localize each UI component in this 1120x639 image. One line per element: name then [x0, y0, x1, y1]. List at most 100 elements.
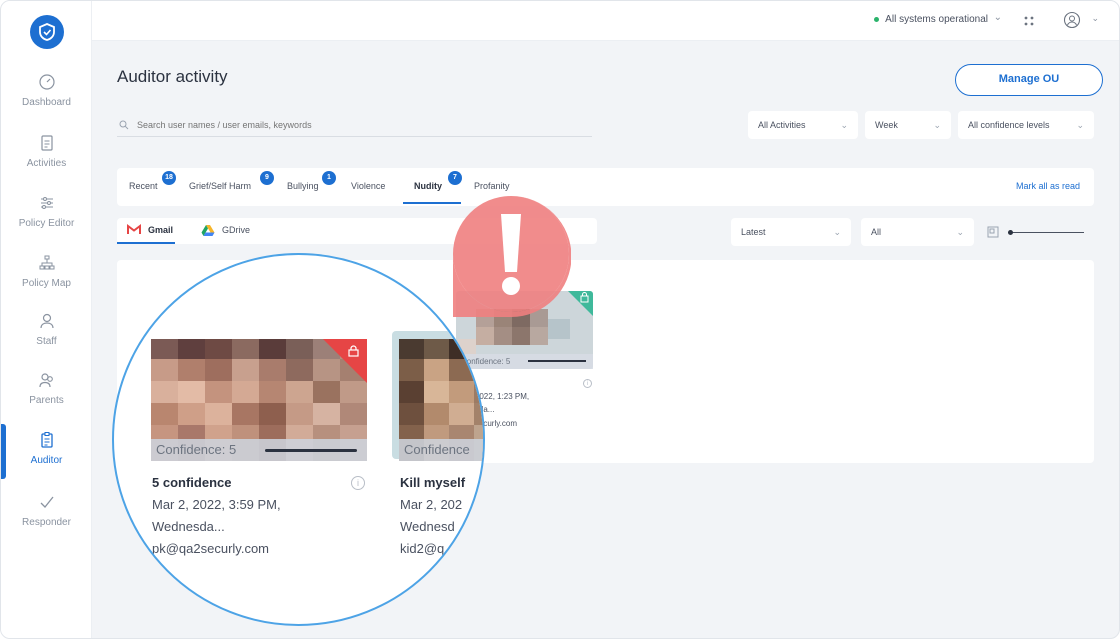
tab-gdrive[interactable]: GDrive — [201, 224, 250, 236]
staff-person-icon — [38, 312, 56, 330]
card-date: Mar 2, 2022, 3:59 PM, — [152, 497, 281, 512]
sidebar: Dashboard Activities Policy Editor Polic… — [1, 1, 92, 638]
chevron-down-icon[interactable]: ⌄ — [1091, 13, 1099, 24]
tab-label: Grief/Self Harm — [189, 181, 252, 191]
tab-label: Violence — [351, 181, 386, 191]
info-icon[interactable]: i — [583, 379, 592, 388]
tab-label: Recent — [129, 181, 158, 191]
app-window: Dashboard Activities Policy Editor Polic… — [0, 0, 1120, 639]
top-bar: All systems operational ⌄ ⌄ — [92, 1, 1119, 41]
user-avatar-icon[interactable] — [1063, 11, 1081, 34]
card-day: Wednesd — [400, 519, 455, 534]
select-value: Latest — [741, 227, 766, 237]
search-icon — [119, 120, 129, 129]
search-input[interactable] — [137, 119, 577, 130]
tab-profanity[interactable]: Profanity — [474, 181, 510, 191]
system-status[interactable]: All systems operational — [874, 14, 988, 25]
confidence-bar — [528, 360, 586, 362]
confidence-label: Confidence: 5 — [151, 439, 367, 461]
unread-count-badge: 1 — [322, 171, 336, 185]
sidebar-item-responder[interactable]: Responder — [1, 493, 92, 545]
confidence-text: Confidence: 5 — [156, 442, 237, 457]
card-date: Mar 2, 202 — [400, 497, 463, 512]
flag-corner — [323, 339, 367, 383]
gmail-icon — [127, 224, 141, 234]
responder-check-icon — [38, 493, 56, 511]
policy-editor-sliders-icon — [38, 194, 56, 212]
confidence-text: Confidence — [404, 442, 470, 457]
chevron-down-icon: ⌄ — [840, 119, 848, 130]
thumbnail-size-slider[interactable] — [1008, 230, 1084, 235]
select-value: All — [871, 227, 882, 237]
activities-filter-select[interactable]: All Activities ⌄ — [748, 111, 858, 139]
card-email: kid2@q — [400, 541, 445, 556]
sidebar-item-label: Activities — [26, 158, 67, 169]
sidebar-item-staff[interactable]: Staff — [1, 312, 92, 364]
status-dot-icon — [874, 17, 880, 22]
tab-nudity[interactable]: Nudity 7 — [414, 171, 462, 191]
sidebar-item-label: Dashboard — [22, 97, 71, 108]
securly-shield-logo-icon[interactable] — [30, 15, 64, 49]
sidebar-item-label: Parents — [29, 395, 64, 406]
chevron-down-icon: ⌄ — [1076, 119, 1084, 130]
page-title: Auditor activity — [117, 67, 228, 86]
scope-select[interactable]: All ⌄ — [861, 218, 974, 246]
card-title: 5 confidence — [152, 475, 232, 490]
tab-violence[interactable]: Violence — [351, 181, 385, 191]
search-bar — [117, 113, 592, 137]
activities-document-icon — [38, 134, 56, 152]
confidence-bar — [265, 449, 357, 452]
policy-map-hierarchy-icon — [38, 254, 56, 272]
tab-recent[interactable]: Recent 18 — [129, 171, 176, 191]
status-text: All systems operational — [885, 14, 988, 25]
select-value: All Activities — [758, 120, 806, 130]
unread-count-badge: 7 — [448, 171, 462, 185]
confidence-filter-select[interactable]: All confidence levels ⌄ — [958, 111, 1094, 139]
magnifier-callout: Confidence: 5 5 confidence i Mar 2, 2022… — [112, 253, 485, 626]
tab-label: Bullying — [287, 181, 319, 191]
period-filter-select[interactable]: Week ⌄ — [865, 111, 951, 139]
sidebar-item-policy-map[interactable]: Policy Map — [1, 254, 92, 306]
active-source-indicator — [117, 242, 175, 244]
unread-count-badge: 9 — [260, 171, 274, 185]
sort-order-select[interactable]: Latest ⌄ — [731, 218, 851, 246]
tab-bullying[interactable]: Bullying 1 — [287, 171, 336, 191]
sidebar-item-label: Responder — [22, 517, 71, 528]
dashboard-gauge-icon — [38, 73, 56, 91]
parents-people-icon — [38, 371, 56, 389]
gdrive-icon — [201, 225, 215, 236]
sidebar-item-policy-editor[interactable]: Policy Editor — [1, 194, 92, 246]
apps-grid-icon[interactable] — [1023, 14, 1035, 32]
chevron-down-icon[interactable]: ⌄ — [994, 12, 1002, 23]
lock-icon — [348, 345, 359, 357]
card-day: Wednesda... — [152, 519, 225, 534]
sidebar-item-label: Policy Map — [22, 278, 71, 289]
sidebar-item-parents[interactable]: Parents — [1, 371, 92, 423]
tab-grief-self-harm[interactable]: Grief/Self Harm 9 — [189, 171, 274, 191]
tab-label: Nudity — [414, 181, 442, 191]
tab-gmail[interactable]: Gmail — [127, 224, 173, 235]
slider-knob[interactable] — [1008, 230, 1013, 235]
unread-count-badge: 18 — [162, 171, 176, 185]
thumbnail-size-icon[interactable] — [987, 225, 999, 243]
category-tabs: Recent 18 Grief/Self Harm 9 Bullying 1 V… — [117, 168, 1094, 206]
auditor-clipboard-icon — [38, 431, 56, 449]
sidebar-item-label: Staff — [36, 336, 57, 347]
sidebar-item-activities[interactable]: Activities — [1, 134, 92, 186]
magnified-content: Confidence: 5 5 confidence i Mar 2, 2022… — [114, 255, 483, 624]
sidebar-item-dashboard[interactable]: Dashboard — [1, 73, 92, 125]
manage-ou-button[interactable]: Manage OU — [955, 64, 1103, 96]
info-icon[interactable]: i — [351, 476, 365, 490]
chevron-down-icon: ⌄ — [933, 119, 941, 130]
card-email: pk@qa2securly.com — [152, 541, 269, 556]
select-value: All confidence levels — [968, 120, 1050, 130]
chevron-down-icon: ⌄ — [956, 226, 964, 237]
card-title: Kill myself — [400, 475, 466, 490]
sidebar-item-auditor[interactable]: Auditor — [1, 431, 92, 483]
tab-label: Gmail — [148, 224, 174, 235]
tab-label: Profanity — [474, 181, 510, 191]
mark-all-read-link[interactable]: Mark all as read — [1016, 181, 1080, 191]
select-value: Week — [875, 120, 898, 130]
chevron-down-icon: ⌄ — [833, 226, 841, 237]
sidebar-item-label: Policy Editor — [18, 218, 75, 229]
